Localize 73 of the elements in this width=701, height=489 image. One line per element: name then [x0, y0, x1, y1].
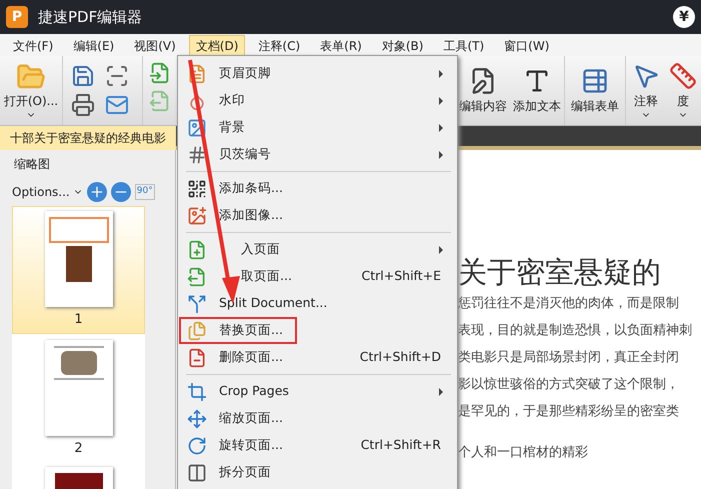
dropdown-menu-item[interactable]: 拆分页面	[180, 459, 451, 486]
body-text-line: 表现，目的就是制造恐惧，以负面精神刺	[458, 322, 693, 340]
dropdown-menu-item[interactable]: 取页面... Ctrl+Shift+E	[180, 263, 451, 290]
dropdown-menu-item[interactable]: Split Document...	[180, 290, 451, 317]
zoom-out-icon[interactable]	[110, 182, 131, 202]
document-tab[interactable]: 十部关于密室悬疑的经典电影	[0, 126, 176, 150]
dropdown-menu-item[interactable]: 替换页面...	[179, 317, 297, 344]
shortcut-label: Ctrl+Shift+E	[362, 267, 441, 286]
image-add-icon	[187, 206, 207, 226]
dropdown-menu-item[interactable]: 删除页面... Ctrl+Shift+D	[180, 344, 451, 371]
form-edit-icon	[581, 66, 609, 94]
dropdown-menu-item[interactable]: 页眉页脚	[180, 60, 451, 87]
shortcut-label: Ctrl+Shift+R	[360, 436, 441, 454]
dropdown-menu-item[interactable]: 添加图像...	[180, 202, 451, 229]
page-import-icon[interactable]	[149, 62, 171, 84]
currency-badge[interactable]: ¥	[673, 6, 695, 28]
print-icon[interactable]	[71, 92, 95, 116]
page-remove-icon	[187, 348, 207, 368]
body-text-line: 是罕见的，于是那些精彩纷呈的密室类	[458, 403, 680, 421]
page-thumbnail[interactable]: 1	[12, 206, 145, 334]
save-icon[interactable]	[71, 64, 95, 88]
toolbar-button[interactable]: 添加文本	[510, 56, 564, 125]
menu-item[interactable]: 视图(V)	[127, 34, 183, 56]
dropdown-menu-item[interactable]: 背景	[180, 114, 451, 141]
document-heading: 关于密室悬疑的	[458, 254, 662, 290]
toolbar-button[interactable]: 编辑内容	[456, 56, 510, 125]
menu-item[interactable]: 对象(B)	[374, 34, 430, 56]
dropdown-menu-item[interactable]: 入页面	[180, 236, 451, 263]
dropdown-menu-item[interactable]: 添加条码...	[180, 175, 451, 202]
options-dropdown[interactable]: Options...	[12, 183, 83, 201]
menu-item[interactable]: 窗口(W)	[497, 34, 556, 56]
page-export-icon	[187, 266, 207, 286]
menu-item[interactable]: 工具(T)	[436, 34, 492, 56]
ruler-icon	[669, 62, 697, 90]
rotate-button[interactable]: 90°	[134, 184, 155, 200]
body-text-line: 个人和一口棺材的精彩	[458, 444, 589, 462]
background-icon	[187, 118, 207, 138]
body-text-line: 惩罚往往不是消灭他的肉体，而是限制	[458, 295, 680, 313]
toolbar-button[interactable]: 编辑表单	[564, 56, 625, 125]
zoom-in-icon[interactable]	[86, 182, 107, 202]
panel-title: 缩略图	[13, 156, 51, 173]
menu-item[interactable]: 注释(C)	[251, 34, 308, 56]
rotate-icon	[187, 436, 207, 456]
toolbar-button[interactable]: 注释	[625, 56, 666, 125]
page-thumbnail[interactable]: 2	[12, 334, 145, 461]
dropdown-menu-item[interactable]: 贝茨编号	[180, 141, 451, 168]
split-icon	[187, 294, 207, 314]
move-icon	[187, 408, 207, 428]
scanner-icon[interactable]	[104, 64, 128, 88]
page-number: 2	[74, 440, 83, 458]
body-text-line: 影以惊世骇俗的方式突破了这个限制，	[458, 376, 680, 394]
page-number: 1	[74, 311, 83, 329]
app-logo-icon: P	[6, 6, 28, 28]
shortcut-label: Ctrl+Shift+D	[360, 348, 441, 366]
page-add-icon	[187, 240, 207, 260]
page-divide-icon	[187, 462, 207, 482]
open-button[interactable]: 打开(O)...	[0, 56, 62, 125]
header-footer-icon	[187, 64, 207, 84]
menu-item[interactable]: 文件(F)	[6, 34, 60, 56]
dropdown-menu-item[interactable]: 缩放页面...	[180, 405, 451, 432]
crop-icon	[187, 382, 207, 402]
dropdown-menu-item[interactable]: 旋转页面... Ctrl+Shift+R	[180, 432, 451, 459]
toolbar-button[interactable]: 度	[666, 56, 700, 125]
menu-item[interactable]: 表单(R)	[313, 34, 369, 56]
dropdown-menu-item[interactable]: Crop Pages	[180, 378, 451, 405]
numbered-page-icon	[187, 144, 207, 164]
window-title: 捷速PDF编辑器	[38, 6, 142, 28]
body-text-line: 类电影只是局部场景封闭，真正全封闭	[458, 349, 680, 367]
menu-item[interactable]: 文档(D)	[188, 34, 246, 56]
menu-item[interactable]: 编辑(E)	[66, 34, 122, 56]
dropdown-menu-item[interactable]: 水印	[180, 87, 451, 114]
qr-code-icon	[187, 178, 207, 198]
pages-icon	[187, 320, 207, 340]
